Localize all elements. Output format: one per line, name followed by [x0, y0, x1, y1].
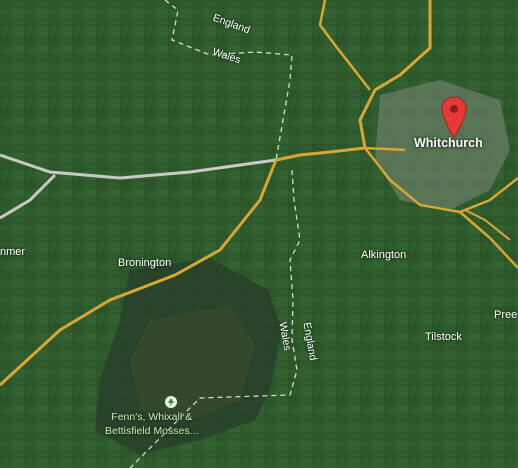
- place-label-alkington[interactable]: Alkington: [361, 249, 406, 262]
- place-label-bronington[interactable]: Bronington: [118, 257, 171, 270]
- map-pin-icon[interactable]: [441, 96, 467, 140]
- park-label-line2: Bettisfield Mosses...: [105, 425, 199, 437]
- place-label-tilstock[interactable]: Tilstock: [425, 331, 462, 344]
- place-label-prees[interactable]: Pree: [494, 309, 517, 322]
- tree-icon[interactable]: [165, 395, 177, 408]
- park-label-line1: Fenn's, Whixall &: [111, 411, 193, 423]
- map-view[interactable]: Whitchurch Bronington Alkington Tilstock…: [0, 0, 518, 468]
- map-canvas[interactable]: [0, 0, 518, 468]
- park-label[interactable]: Fenn's, Whixall & Bettisfield Mosses...: [105, 410, 198, 438]
- place-label-hanmer[interactable]: nmer: [0, 246, 25, 259]
